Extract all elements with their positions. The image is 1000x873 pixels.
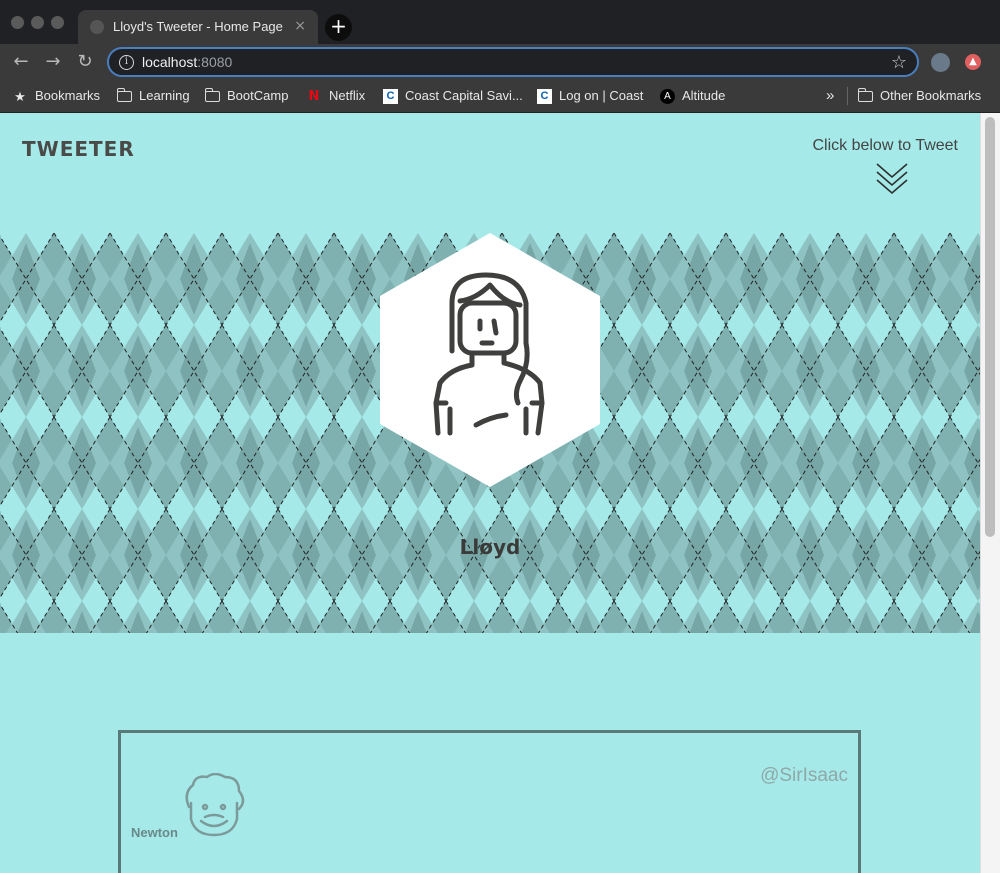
bookmark-star-icon[interactable]: ☆ xyxy=(891,52,907,73)
profile-avatar[interactable] xyxy=(931,53,950,72)
tab-favicon-icon xyxy=(90,20,104,34)
star-icon: ★ xyxy=(14,88,26,104)
browser-toolbar: ← → ↻ i localhost:8080 ☆ xyxy=(0,44,1000,80)
folder-icon xyxy=(204,88,220,103)
coast-capital-icon: C xyxy=(383,89,398,105)
brand-logo[interactable]: TWEETER xyxy=(22,137,135,161)
double-chevron-down-icon[interactable] xyxy=(875,161,909,199)
page-scrollbar[interactable] xyxy=(980,113,1000,873)
netflix-icon: N xyxy=(308,88,320,104)
maximize-window-button[interactable] xyxy=(51,16,64,29)
bookmark-log-on-coast[interactable]: C Log on | Coast xyxy=(537,86,643,106)
bookmark-bookmarks[interactable]: ★ Bookmarks xyxy=(12,86,100,106)
site-info-icon[interactable]: i xyxy=(119,55,134,70)
profile-avatar-hexagon xyxy=(380,233,600,487)
bookmarks-bar: ★ Bookmarks Learning BootCamp N Netflix CC… xyxy=(0,80,1000,113)
minimize-window-button[interactable] xyxy=(31,16,44,29)
scrollbar-thumb[interactable] xyxy=(985,117,995,537)
bookmark-netflix[interactable]: N Netflix xyxy=(306,86,366,106)
coast-capital-icon: C xyxy=(537,89,552,105)
bookmark-learning[interactable]: Learning xyxy=(116,86,190,106)
close-window-button[interactable] xyxy=(11,16,24,29)
new-tab-button[interactable]: + xyxy=(325,14,352,41)
browser-window: Lloyd's Tweeter - Home Page × + ← → ↻ i … xyxy=(0,0,1000,873)
extension-icon[interactable]: ▲ xyxy=(965,54,981,70)
folder-icon xyxy=(857,88,873,103)
altitude-icon: A xyxy=(660,89,675,105)
tweet-card: Newton @SirIsaac xyxy=(118,730,861,873)
compose-hint: Click below to Tweet xyxy=(812,137,958,154)
url-text: localhost:8080 xyxy=(142,54,233,70)
tweet-author-handle: @SirIsaac xyxy=(760,765,848,786)
folder-icon xyxy=(116,88,132,103)
bookmark-altitude[interactable]: A Altitude xyxy=(660,86,725,106)
tweet-avatar-icon xyxy=(185,773,245,837)
address-bar[interactable]: i localhost:8080 ☆ xyxy=(107,47,919,77)
bookmark-other-bookmarks[interactable]: Other Bookmarks xyxy=(857,86,981,106)
tab-close-icon[interactable]: × xyxy=(294,18,306,34)
bookmark-coast-capital[interactable]: C Coast Capital Savi... xyxy=(383,86,523,106)
bookmark-bootcamp[interactable]: BootCamp xyxy=(204,86,288,106)
bookmarks-overflow-button[interactable]: » xyxy=(826,86,834,106)
page-content: TWEETER Click below to Tweet Lløyd Newto… xyxy=(0,113,980,873)
tab-active[interactable]: Lloyd's Tweeter - Home Page × xyxy=(78,10,318,44)
title-bar: Lloyd's Tweeter - Home Page × + xyxy=(0,0,1000,44)
tab-title: Lloyd's Tweeter - Home Page xyxy=(113,19,283,34)
forward-button[interactable]: → xyxy=(41,50,65,74)
bookmarks-divider xyxy=(847,87,848,105)
tweet-author-name: Newton xyxy=(131,825,178,840)
back-button[interactable]: ← xyxy=(9,50,33,74)
profile-name: Lløyd xyxy=(459,535,521,559)
reload-button[interactable]: ↻ xyxy=(73,50,97,74)
